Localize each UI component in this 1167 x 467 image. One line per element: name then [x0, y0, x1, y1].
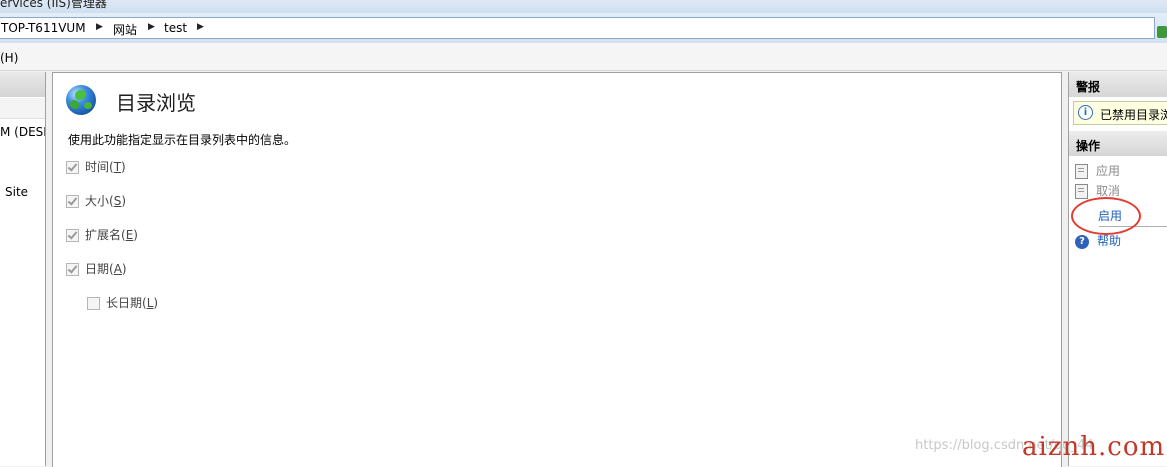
- alert-text: 已禁用目录浏: [1100, 108, 1167, 122]
- checkbox-long-date[interactable]: [87, 297, 100, 310]
- breadcrumb-arrow-icon[interactable]: ▶: [197, 22, 204, 32]
- menu-bar: (H): [0, 43, 1167, 71]
- actions-header: 操作: [1069, 131, 1167, 156]
- alert-box: i 已禁用目录浏: [1073, 101, 1167, 125]
- address-bar[interactable]: TOP-T611VUM ▶ 网站 ▶ test ▶: [0, 17, 1155, 39]
- option-extension[interactable]: 扩展名(E): [66, 226, 138, 243]
- apply-icon: [1075, 164, 1088, 179]
- tree-node-server[interactable]: M (DESK: [0, 125, 45, 139]
- checkbox-size[interactable]: [66, 195, 79, 208]
- window-title: ervices (IIS)管理器: [0, 0, 107, 10]
- option-size[interactable]: 大小(S): [66, 192, 126, 209]
- annotation-circle: [1071, 197, 1141, 235]
- breadcrumb-sites[interactable]: 网站: [113, 21, 137, 38]
- option-time[interactable]: 时间(T): [66, 158, 126, 175]
- checkbox-date[interactable]: [66, 263, 79, 276]
- option-long-date[interactable]: 长日期(L): [87, 294, 158, 311]
- menu-help[interactable]: (H): [0, 51, 18, 65]
- connections-header: [0, 72, 45, 97]
- alerts-header: 警报: [1069, 72, 1167, 97]
- checkbox-extension[interactable]: [66, 229, 79, 242]
- action-apply[interactable]: 应用: [1075, 162, 1120, 179]
- breadcrumb-arrow-icon[interactable]: ▶: [96, 22, 103, 32]
- connections-toolbar: [0, 98, 45, 119]
- breadcrumb-test[interactable]: test: [164, 21, 187, 35]
- feature-pane: 目录浏览 使用此功能指定显示在目录列表中的信息。 时间(T) 大小(S) 扩展名…: [52, 72, 1062, 467]
- tree-node-site[interactable]: Site: [5, 185, 28, 199]
- globe-icon: [66, 85, 96, 115]
- go-icon[interactable]: [1157, 26, 1167, 38]
- checkbox-time[interactable]: [66, 161, 79, 174]
- cancel-icon: [1075, 184, 1088, 199]
- actions-pane: 警报 i 已禁用目录浏 操作 应用 取消 启用 ? 帮助: [1068, 72, 1167, 466]
- connections-pane: M (DESK Site: [0, 72, 46, 466]
- option-date[interactable]: 日期(A): [66, 260, 127, 277]
- info-icon: i: [1078, 105, 1093, 120]
- page-title: 目录浏览: [116, 91, 196, 115]
- page-description: 使用此功能指定显示在目录列表中的信息。: [68, 133, 297, 147]
- breadcrumb-arrow-icon[interactable]: ▶: [148, 22, 155, 32]
- watermark-site: aiznh.com: [1022, 432, 1166, 462]
- help-icon: ?: [1075, 234, 1089, 249]
- breadcrumb-server[interactable]: TOP-T611VUM: [1, 21, 86, 35]
- window-titlebar: ervices (IIS)管理器: [0, 0, 1167, 13]
- address-bar-area: TOP-T611VUM ▶ 网站 ▶ test ▶: [0, 13, 1167, 43]
